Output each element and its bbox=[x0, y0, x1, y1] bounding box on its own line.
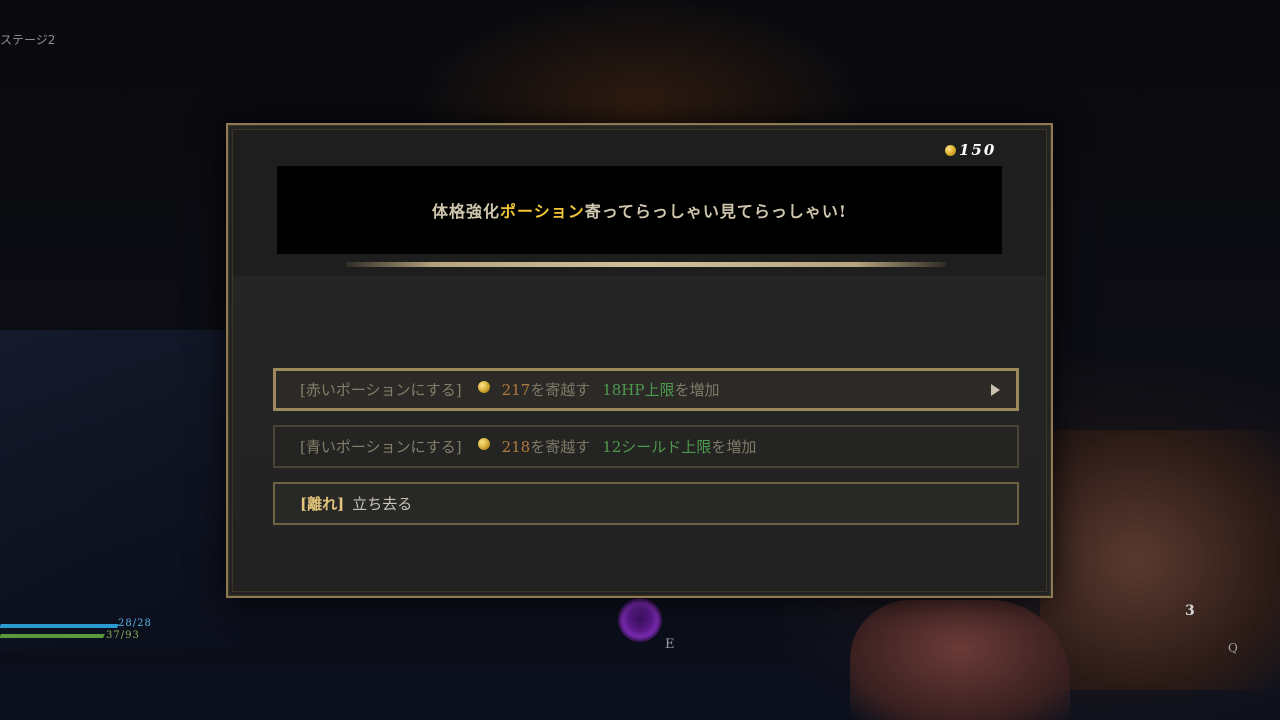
banner-divider bbox=[346, 262, 946, 267]
coin-amount: 150 bbox=[959, 141, 997, 159]
option-tag: [赤いポーションにする] bbox=[300, 381, 462, 399]
skill-key-hint: Q bbox=[1228, 641, 1238, 655]
hp-bar bbox=[0, 624, 119, 628]
dialog-panel: 150 体格強化 ポーション 寄ってらっしゃい見てらっしゃい! [赤いポーションにす… bbox=[232, 129, 1047, 592]
option-tag: [青いポーションにする] bbox=[300, 438, 462, 456]
option-gain-suffix: を増加 bbox=[674, 381, 720, 399]
banner-text-1: 体格強化 bbox=[432, 202, 501, 221]
stage-label: ステージ2 bbox=[0, 33, 56, 47]
shield-text: 37/93 bbox=[106, 630, 140, 641]
option-gain: 18HP上限 bbox=[602, 381, 675, 399]
selection-arrow-icon bbox=[991, 383, 1000, 396]
player-hand bbox=[850, 600, 1070, 720]
option-label: 立ち去る bbox=[352, 495, 413, 513]
coin-icon bbox=[477, 437, 490, 450]
option-cost: 217 bbox=[501, 380, 531, 399]
coin-icon bbox=[477, 380, 490, 393]
option-cost-suffix: を寄越す bbox=[530, 438, 591, 456]
interact-key-hint: E bbox=[665, 637, 675, 652]
option-cost-suffix: を寄越す bbox=[530, 381, 591, 399]
merchant-dialog: 150 体格強化 ポーション 寄ってらっしゃい見てらっしゃい! [赤いポーションにす… bbox=[226, 123, 1053, 598]
option-gain: 12シールド上限 bbox=[602, 438, 712, 456]
floor-shadow bbox=[0, 330, 240, 650]
player-arm bbox=[1040, 430, 1280, 690]
merchant-banner: 体格強化 ポーション 寄ってらっしゃい見てらっしゃい! bbox=[277, 166, 1002, 254]
player-status-bars: 28/28 37/93 bbox=[0, 618, 180, 658]
option-tag: [離れ] bbox=[300, 495, 345, 513]
option-gain-suffix: を増加 bbox=[711, 438, 757, 456]
hp-text: 28/28 bbox=[118, 618, 152, 629]
option-cost: 218 bbox=[501, 437, 531, 456]
coin-counter: 150 bbox=[945, 141, 996, 159]
shield-bar bbox=[0, 634, 105, 638]
banner-highlight: ポーション bbox=[500, 202, 585, 221]
skill-charge-count: 3 bbox=[1185, 603, 1195, 619]
option-leave[interactable]: [離れ] 立ち去る bbox=[273, 482, 1019, 525]
interact-orb-icon bbox=[618, 598, 662, 642]
banner-text-2: 寄ってらっしゃい見てらっしゃい! bbox=[584, 202, 847, 221]
option-blue-potion[interactable]: [青いポーションにする] 218 を寄越す 12シールド上限 を増加 bbox=[273, 425, 1019, 468]
option-red-potion[interactable]: [赤いポーションにする] 217 を寄越す 18HP上限 を増加 bbox=[273, 368, 1019, 411]
coin-icon bbox=[945, 144, 956, 156]
